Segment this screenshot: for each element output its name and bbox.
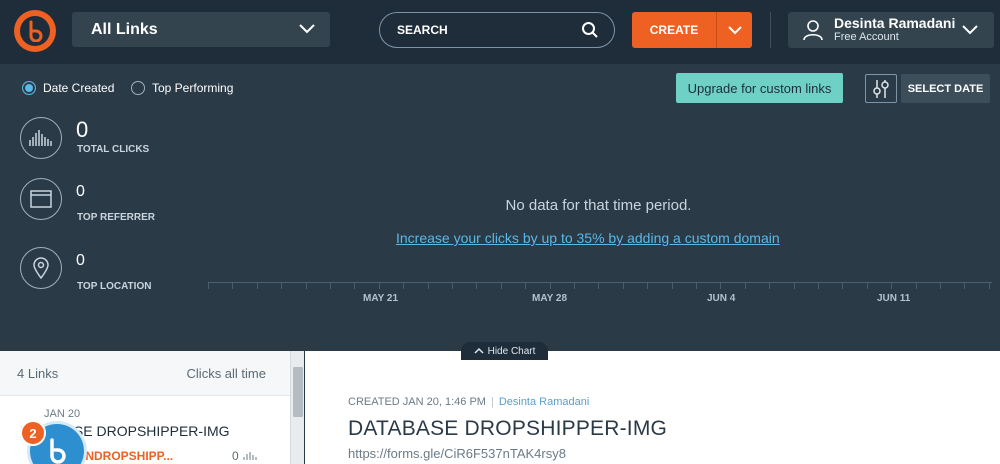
bar-chart-icon [243,452,257,460]
notification-badge: 2 [20,420,46,446]
sort-date-created-radio[interactable]: Date Created [22,81,114,95]
empty-chart-message: No data for that time period. [505,197,692,214]
chart-x-axis [208,282,992,289]
x-axis-tick [671,283,673,289]
location-pin-icon [20,247,62,289]
top-bar: All Links SEARCH CREATE Desinta Ramadani… [0,0,1000,64]
x-axis-tick-label: MAY 21 [363,293,399,304]
x-axis-tick [915,283,917,289]
x-axis-tick [403,283,405,289]
links-count: 4 Links [17,366,59,381]
x-axis-tick [574,283,575,289]
x-axis-tick [964,283,966,289]
destination-url[interactable]: https://forms.gle/CiR6F537nTAK4rsy8 [348,446,566,461]
x-axis-tick-label: JUN 4 [707,293,736,304]
filter-sliders-button[interactable] [865,74,897,103]
radio-selected-icon [22,81,36,95]
x-axis-tick [647,283,649,289]
links-filter-dropdown[interactable]: All Links [72,12,330,47]
x-axis-tick [525,283,527,289]
x-axis-tick [232,283,234,289]
sort-top-performing-radio[interactable]: Top Performing [131,81,233,95]
sort-option-label: Top Performing [152,81,234,95]
user-name: Desinta Ramadani [834,15,956,31]
radio-unselected-icon [131,81,145,95]
custom-domain-link[interactable]: Increase your clicks by up to 35% by add… [396,230,780,246]
x-axis-tick [891,283,893,289]
create-divider [716,12,717,48]
x-axis-tick [281,283,283,289]
link-date: JAN 20 [44,408,81,420]
create-button[interactable]: CREATE [632,12,716,48]
stat-label: TOP REFERRER [77,212,155,223]
x-axis-tick [452,283,453,289]
hide-chart-label: Hide Chart [487,345,536,357]
account-type: Free Account [834,31,899,43]
created-date: CREATED JAN 20, 1:46 PM [348,396,486,408]
select-date-button[interactable]: SELECT DATE [901,74,990,103]
bitly-logo-icon[interactable] [14,10,56,52]
author-name[interactable]: Desinta Ramadani [499,396,590,408]
x-axis-tick [305,283,307,289]
x-axis-tick [598,283,600,289]
x-axis-tick [354,283,356,289]
create-chevron-down-icon[interactable] [727,24,743,36]
x-axis-tick [988,283,990,289]
meta-divider: | [490,396,494,408]
short-link[interactable]: INDROPSHIPP... [82,449,173,463]
links-list-header: 4 Links Clicks all time [0,351,290,396]
stat-value: 0 [76,117,89,142]
link-meta: CREATED JAN 20, 1:46 PM | Desinta Ramadani [348,396,589,408]
hide-chart-toggle[interactable]: Hide Chart [461,342,548,360]
user-menu[interactable]: Desinta Ramadani Free Account [788,12,994,48]
x-axis-tick [256,283,258,289]
user-icon [803,20,823,41]
link-clicks: 0 [232,449,257,463]
link-detail-panel: CREATED JAN 20, 1:46 PM | Desinta Ramadani… [305,351,1000,464]
search-icon[interactable] [581,21,599,39]
bar-chart-icon [20,117,62,159]
x-axis-tick [622,283,624,289]
x-axis-tick [866,283,868,289]
x-axis-tick [330,283,331,289]
stat-value: 0 [76,252,85,269]
list-scrollbar[interactable] [290,351,304,464]
links-filter-label: All Links [91,20,158,38]
search-box[interactable]: SEARCH [379,12,615,48]
sort-option-label: Date Created [43,81,115,95]
x-axis-tick [696,283,697,289]
x-axis-tick [818,283,819,289]
search-label: SEARCH [397,23,448,37]
x-axis-tick-label: MAY 28 [532,293,568,304]
x-axis-tick [208,283,209,289]
x-axis-tick [476,283,478,289]
stat-label: TOP LOCATION [77,281,152,292]
x-axis-tick [720,283,722,289]
x-axis-tick [940,283,941,289]
sliders-icon [873,79,889,98]
scrollbar-thumb[interactable] [293,367,303,417]
link-detail-title: DATABASE DROPSHIPPER-IMG [348,417,668,440]
create-button-group: CREATE [632,12,752,48]
x-axis-tick [744,283,746,289]
x-axis-tick [842,283,844,289]
browser-window-icon [20,178,62,220]
chevron-down-icon [299,24,315,34]
stat-value: 0 [76,183,85,200]
chevron-down-icon [962,25,978,35]
x-axis-tick [378,283,380,289]
clicks-sort-label[interactable]: Clicks all time [187,366,266,381]
x-axis-tick [769,283,771,289]
x-axis-tick-label: JUN 11 [877,293,911,304]
chevron-up-icon [474,347,484,354]
x-axis-tick [793,283,795,289]
x-axis-tick [500,283,502,289]
stat-label: TOTAL CLICKS [77,144,150,155]
link-clicks-count: 0 [232,449,239,463]
x-axis-tick [549,283,551,289]
upgrade-button[interactable]: Upgrade for custom links [676,73,843,103]
x-axis-tick [427,283,429,289]
header-divider [770,12,771,48]
